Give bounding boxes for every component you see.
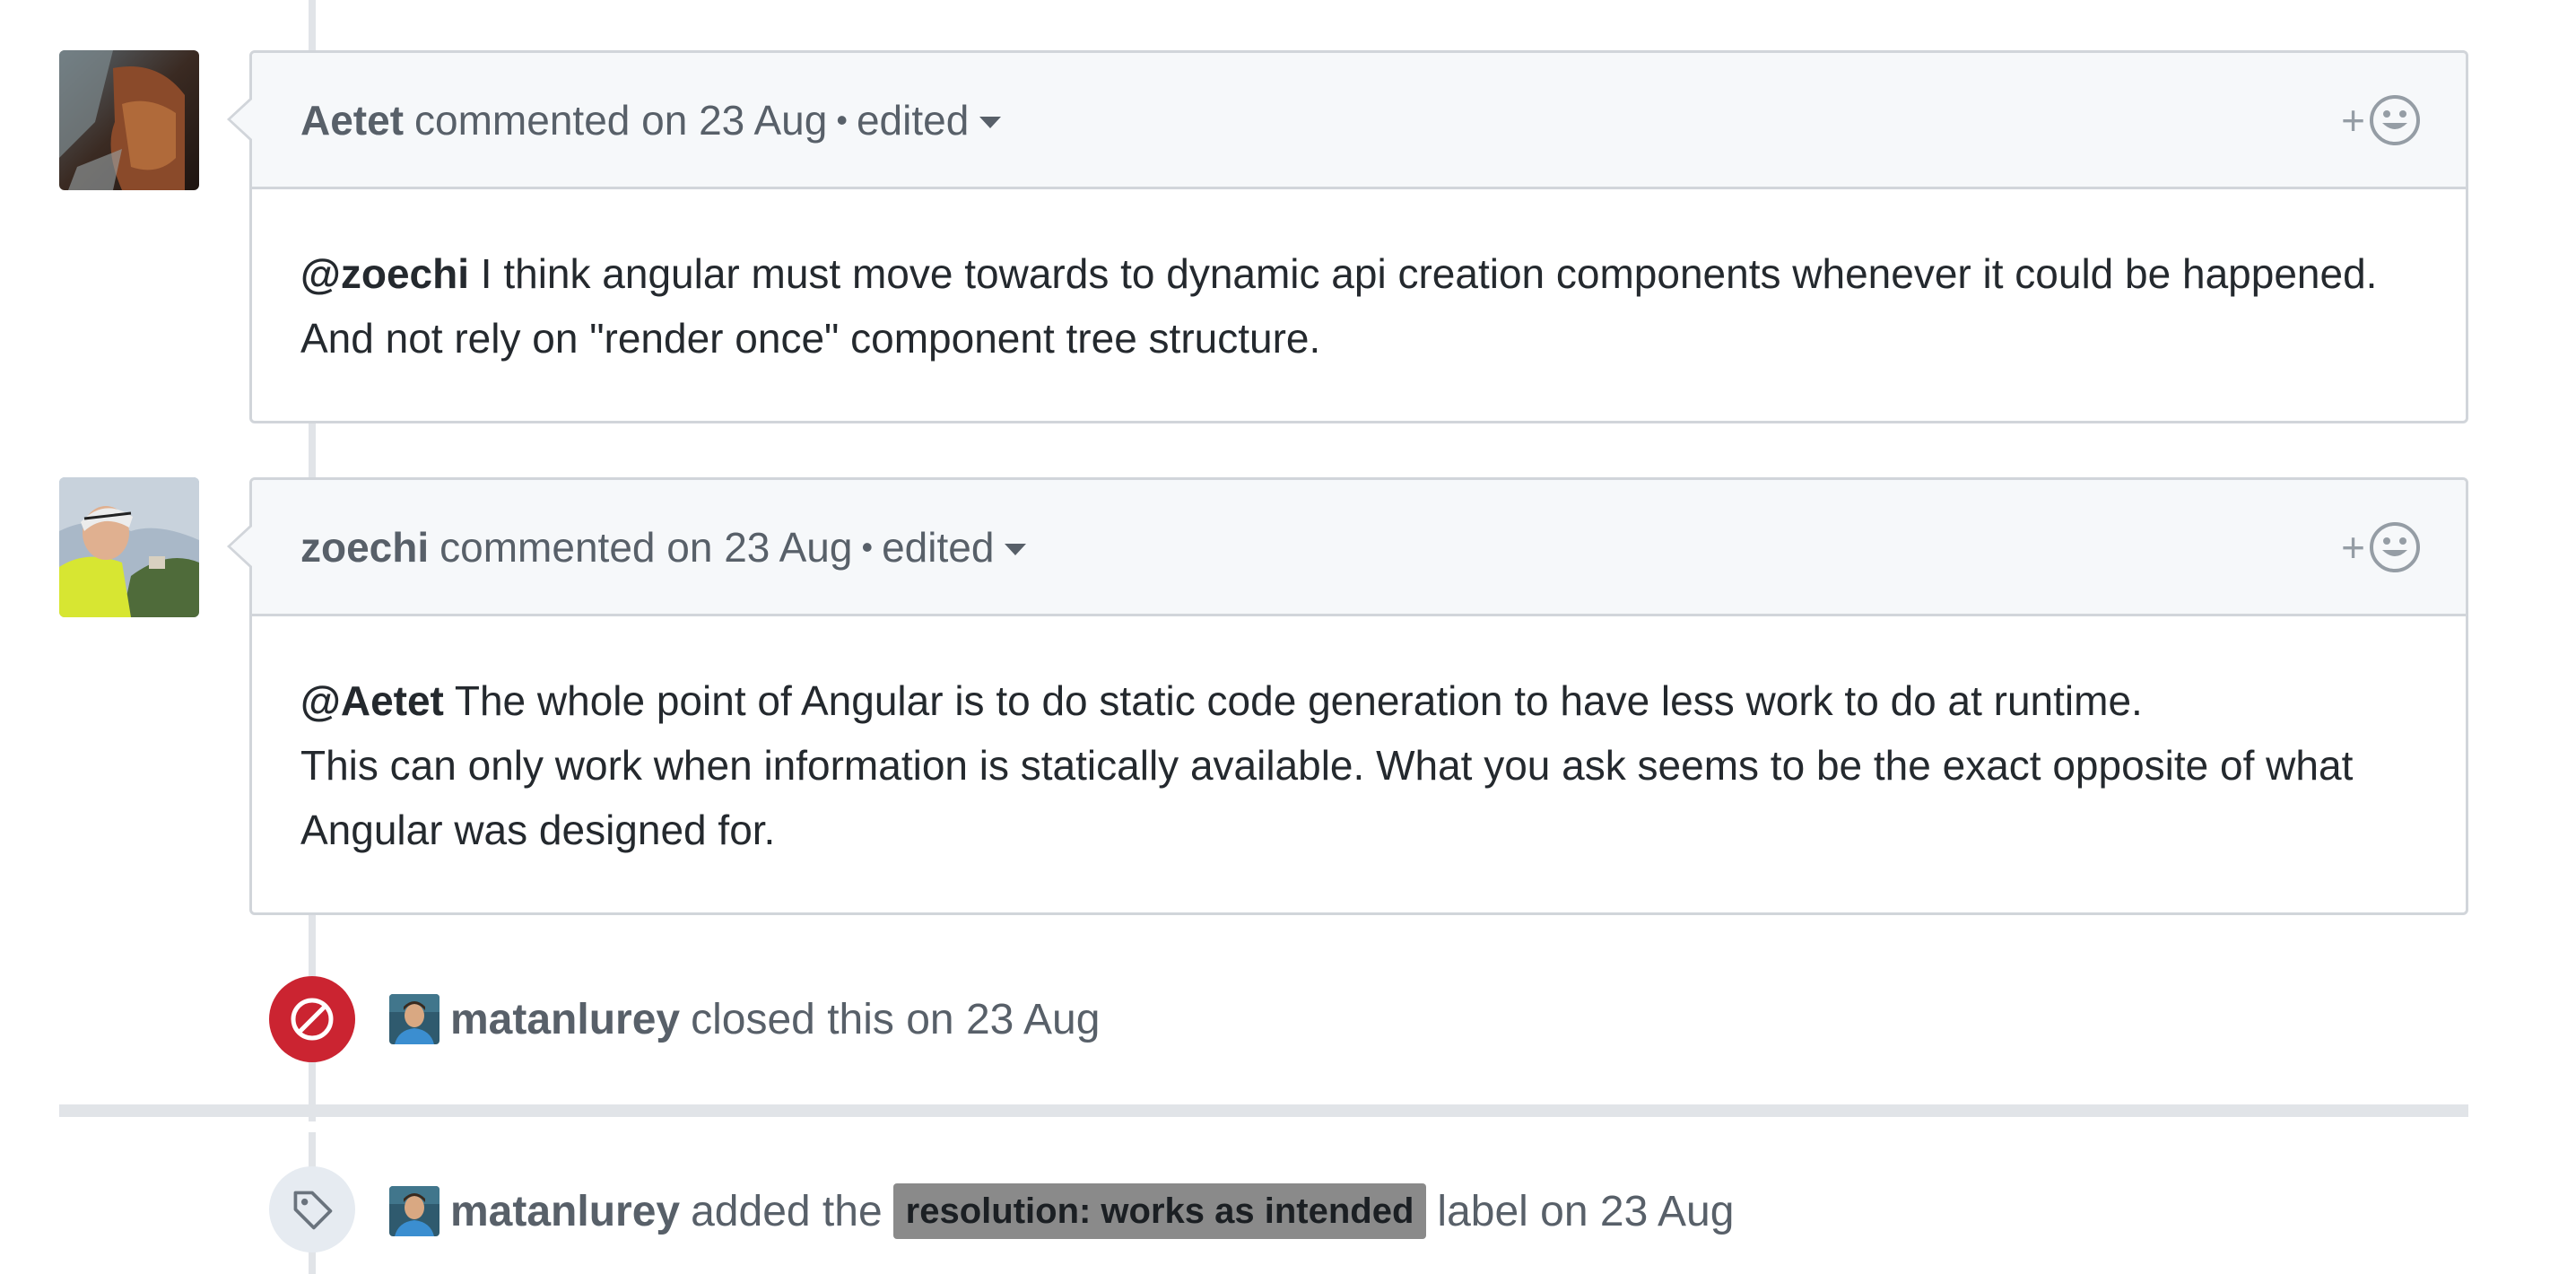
- plus-label: +: [2341, 523, 2365, 571]
- comment-arrow: [227, 96, 253, 143]
- comment-text: I think angular must move towards to dyn…: [469, 250, 2378, 297]
- avatar-image: [59, 477, 199, 617]
- user-mention[interactable]: @Aetet: [300, 677, 444, 724]
- separator-dot: •: [836, 100, 848, 138]
- timeline-line: [309, 423, 316, 477]
- plus-label: +: [2341, 96, 2365, 144]
- event-text-before: added the: [691, 1187, 883, 1235]
- comment-line: @Aetet The whole point of Angular is to …: [300, 668, 2417, 733]
- tag-icon: [293, 1191, 333, 1230]
- avatar-zoechi[interactable]: [59, 477, 199, 617]
- event-text-after: label on 23 Aug: [1437, 1187, 1735, 1235]
- comment-zoechi: zoechi commented on 23 Aug • edited + @A…: [227, 477, 2468, 915]
- comment-timestamp[interactable]: commented on 23 Aug: [439, 523, 852, 572]
- timeline-divider: [59, 1104, 2468, 1117]
- label-badge: [269, 1166, 355, 1252]
- comment-author[interactable]: zoechi: [300, 523, 429, 572]
- smiley-icon: [2370, 94, 2420, 145]
- avatar-matanlurey[interactable]: [389, 994, 439, 1044]
- separator-dot: •: [861, 528, 874, 565]
- comment-line: Angular was designed for.: [300, 807, 776, 853]
- event-actor[interactable]: matanlurey: [450, 995, 680, 1044]
- comment-body: @zoechi I think angular must move toward…: [252, 189, 2466, 415]
- comment-line: @zoechi I think angular must move toward…: [300, 241, 2417, 306]
- closed-event: matanlurey closed this on 23 Aug: [389, 994, 1100, 1044]
- circle-slash-icon: [291, 998, 334, 1041]
- caret-down-icon: [979, 117, 1002, 128]
- user-mention[interactable]: @zoechi: [300, 250, 469, 297]
- edited-label: edited: [856, 96, 970, 144]
- smiley-icon: [2370, 521, 2420, 572]
- avatar-matanlurey[interactable]: [389, 1186, 439, 1236]
- comment-aetet: Aetet commented on 23 Aug • edited + @zo…: [227, 50, 2468, 423]
- add-reaction-button[interactable]: +: [2341, 521, 2421, 573]
- comment-line: And not rely on "render once" component …: [300, 315, 1321, 362]
- edited-label: edited: [882, 523, 995, 571]
- comment-body: @Aetet The whole point of Angular is to …: [252, 616, 2466, 907]
- comment-text: The whole point of Angular is to do stat…: [443, 677, 2143, 724]
- comment-arrow: [227, 523, 253, 570]
- timeline-line: [309, 0, 316, 50]
- comment-line: This can only work when information is s…: [300, 742, 2354, 789]
- add-reaction-button[interactable]: +: [2341, 94, 2421, 146]
- avatar-image: [389, 1186, 439, 1236]
- labeled-event: matanlurey added the resolution: works a…: [389, 1183, 1735, 1239]
- caret-down-icon: [1005, 544, 1027, 555]
- comment-author[interactable]: Aetet: [300, 96, 404, 144]
- comment-timestamp[interactable]: commented on 23 Aug: [414, 96, 827, 144]
- avatar-image: [59, 50, 199, 190]
- event-description: closed this on 23 Aug: [691, 995, 1101, 1043]
- event-actor[interactable]: matanlurey: [450, 1187, 680, 1236]
- comment-header: zoechi commented on 23 Aug • edited +: [252, 480, 2466, 616]
- issue-timeline: Aetet commented on 23 Aug • edited + @zo…: [0, 0, 2576, 1274]
- edited-dropdown[interactable]: edited: [856, 96, 1002, 144]
- edited-dropdown[interactable]: edited: [882, 523, 1027, 572]
- avatar-aetet[interactable]: [59, 50, 199, 190]
- closed-badge: [269, 976, 355, 1062]
- label-pill[interactable]: resolution: works as intended: [892, 1183, 1427, 1239]
- avatar-image: [389, 994, 439, 1044]
- comment-header: Aetet commented on 23 Aug • edited +: [252, 53, 2466, 189]
